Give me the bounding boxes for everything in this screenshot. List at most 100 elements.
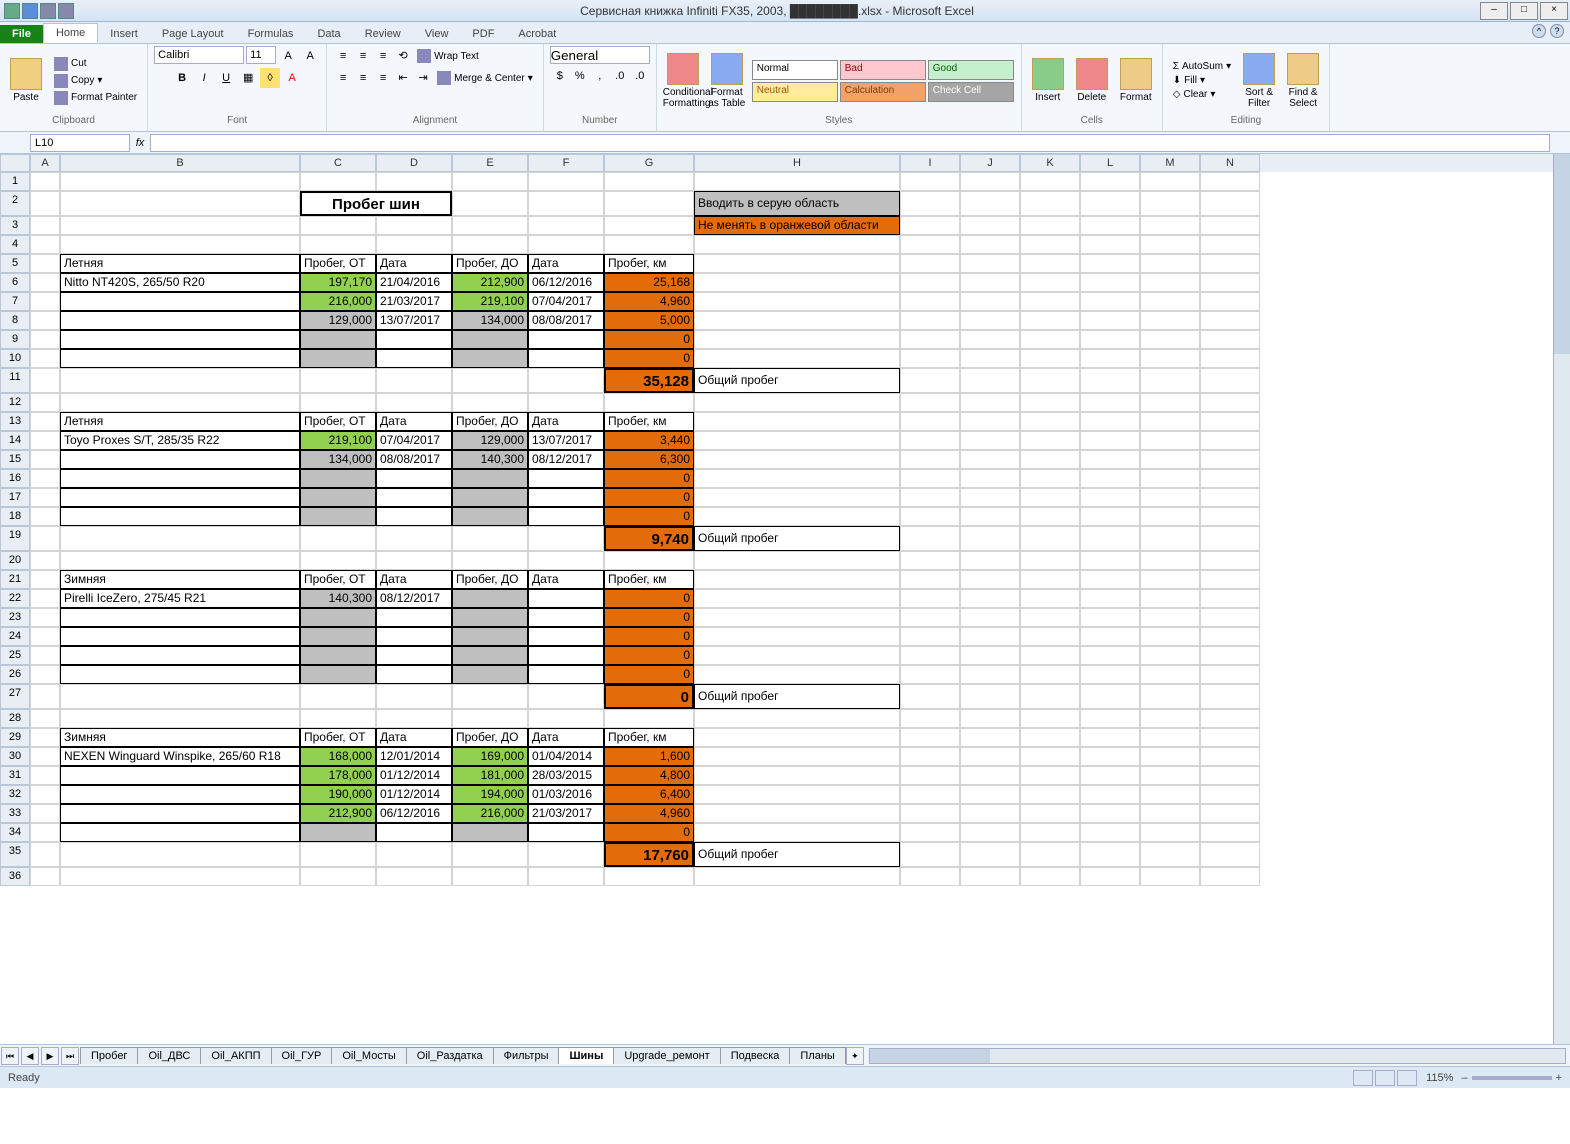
fill-color-button[interactable]: ◊ xyxy=(260,68,280,88)
cell-A35[interactable] xyxy=(30,842,60,867)
cell-B25[interactable] xyxy=(60,646,300,665)
formula-bar[interactable] xyxy=(150,134,1550,152)
cell-M4[interactable] xyxy=(1140,235,1200,254)
cell-N18[interactable] xyxy=(1200,507,1260,526)
cell-J1[interactable] xyxy=(960,172,1020,191)
cell-F30[interactable]: 01/04/2014 xyxy=(528,747,604,766)
cell-E14[interactable]: 129,000 xyxy=(452,431,528,450)
cell-D19[interactable] xyxy=(376,526,452,551)
cell-F21[interactable]: Дата xyxy=(528,570,604,589)
row-head-21[interactable]: 21 xyxy=(0,570,30,589)
cell-H36[interactable] xyxy=(694,867,900,886)
cell-G14[interactable]: 3,440 xyxy=(604,431,694,450)
cell-J34[interactable] xyxy=(960,823,1020,842)
cell-K26[interactable] xyxy=(1020,665,1080,684)
cell-C9[interactable] xyxy=(300,330,376,349)
cell-B21[interactable]: Зимняя xyxy=(60,570,300,589)
cell-I18[interactable] xyxy=(900,507,960,526)
cell-J36[interactable] xyxy=(960,867,1020,886)
cell-E2[interactable] xyxy=(452,191,528,216)
cell-H28[interactable] xyxy=(694,709,900,728)
minimize-button[interactable]: – xyxy=(1480,2,1508,20)
cell-E12[interactable] xyxy=(452,393,528,412)
cell-A33[interactable] xyxy=(30,804,60,823)
cell-I19[interactable] xyxy=(900,526,960,551)
row-head-19[interactable]: 19 xyxy=(0,526,30,551)
cell-F19[interactable] xyxy=(528,526,604,551)
cell-H11[interactable]: Общий пробег xyxy=(694,368,900,393)
row-head-6[interactable]: 6 xyxy=(0,273,30,292)
cell-J27[interactable] xyxy=(960,684,1020,709)
cell-H24[interactable] xyxy=(694,627,900,646)
cell-H2[interactable]: Вводить в серую область xyxy=(694,191,900,216)
cell-M17[interactable] xyxy=(1140,488,1200,507)
cell-L31[interactable] xyxy=(1080,766,1140,785)
cell-J7[interactable] xyxy=(960,292,1020,311)
format-painter-button[interactable]: Format Painter xyxy=(50,90,141,106)
cell-E16[interactable] xyxy=(452,469,528,488)
sheet-nav-last[interactable]: ⏭ xyxy=(61,1047,79,1065)
indent-dec-button[interactable]: ⇤ xyxy=(393,68,413,88)
cell-G32[interactable]: 6,400 xyxy=(604,785,694,804)
cell-M32[interactable] xyxy=(1140,785,1200,804)
cell-L12[interactable] xyxy=(1080,393,1140,412)
cell-M33[interactable] xyxy=(1140,804,1200,823)
cell-M24[interactable] xyxy=(1140,627,1200,646)
row-head-7[interactable]: 7 xyxy=(0,292,30,311)
cell-A10[interactable] xyxy=(30,349,60,368)
cell-J5[interactable] xyxy=(960,254,1020,273)
cell-L4[interactable] xyxy=(1080,235,1140,254)
cell-I14[interactable] xyxy=(900,431,960,450)
cell-I20[interactable] xyxy=(900,551,960,570)
copy-button[interactable]: Copy ▾ xyxy=(50,73,141,89)
cell-N24[interactable] xyxy=(1200,627,1260,646)
cell-K28[interactable] xyxy=(1020,709,1080,728)
view-layout-button[interactable] xyxy=(1375,1070,1395,1086)
cell-J2[interactable] xyxy=(960,191,1020,216)
cell-D26[interactable] xyxy=(376,665,452,684)
cell-B1[interactable] xyxy=(60,172,300,191)
tab-home[interactable]: Home xyxy=(43,23,98,43)
maximize-button[interactable]: □ xyxy=(1510,2,1538,20)
cell-D34[interactable] xyxy=(376,823,452,842)
cell-N26[interactable] xyxy=(1200,665,1260,684)
cell-L17[interactable] xyxy=(1080,488,1140,507)
cell-K16[interactable] xyxy=(1020,469,1080,488)
cell-I16[interactable] xyxy=(900,469,960,488)
cell-D21[interactable]: Дата xyxy=(376,570,452,589)
cell-K36[interactable] xyxy=(1020,867,1080,886)
cell-C21[interactable]: Пробег, ОТ xyxy=(300,570,376,589)
cell-H16[interactable] xyxy=(694,469,900,488)
cell-I24[interactable] xyxy=(900,627,960,646)
cell-E32[interactable]: 194,000 xyxy=(452,785,528,804)
cell-A15[interactable] xyxy=(30,450,60,469)
cell-A4[interactable] xyxy=(30,235,60,254)
cell-L20[interactable] xyxy=(1080,551,1140,570)
cut-button[interactable]: Cut xyxy=(50,56,141,72)
cell-K31[interactable] xyxy=(1020,766,1080,785)
col-head-H[interactable]: H xyxy=(694,154,900,172)
col-head-M[interactable]: M xyxy=(1140,154,1200,172)
cell-J14[interactable] xyxy=(960,431,1020,450)
cell-E33[interactable]: 216,000 xyxy=(452,804,528,823)
cell-N32[interactable] xyxy=(1200,785,1260,804)
sheet-tab-Upgrade_ремонт[interactable]: Upgrade_ремонт xyxy=(613,1047,720,1064)
cell-M10[interactable] xyxy=(1140,349,1200,368)
cell-L26[interactable] xyxy=(1080,665,1140,684)
cell-A14[interactable] xyxy=(30,431,60,450)
cell-G36[interactable] xyxy=(604,867,694,886)
cell-F4[interactable] xyxy=(528,235,604,254)
cell-H30[interactable] xyxy=(694,747,900,766)
cell-M6[interactable] xyxy=(1140,273,1200,292)
cell-N36[interactable] xyxy=(1200,867,1260,886)
cell-F26[interactable] xyxy=(528,665,604,684)
cell-B29[interactable]: Зимняя xyxy=(60,728,300,747)
cell-F17[interactable] xyxy=(528,488,604,507)
view-break-button[interactable] xyxy=(1397,1070,1417,1086)
cell-K7[interactable] xyxy=(1020,292,1080,311)
cell-D35[interactable] xyxy=(376,842,452,867)
row-head-23[interactable]: 23 xyxy=(0,608,30,627)
cell-B26[interactable] xyxy=(60,665,300,684)
cell-K15[interactable] xyxy=(1020,450,1080,469)
cell-N23[interactable] xyxy=(1200,608,1260,627)
